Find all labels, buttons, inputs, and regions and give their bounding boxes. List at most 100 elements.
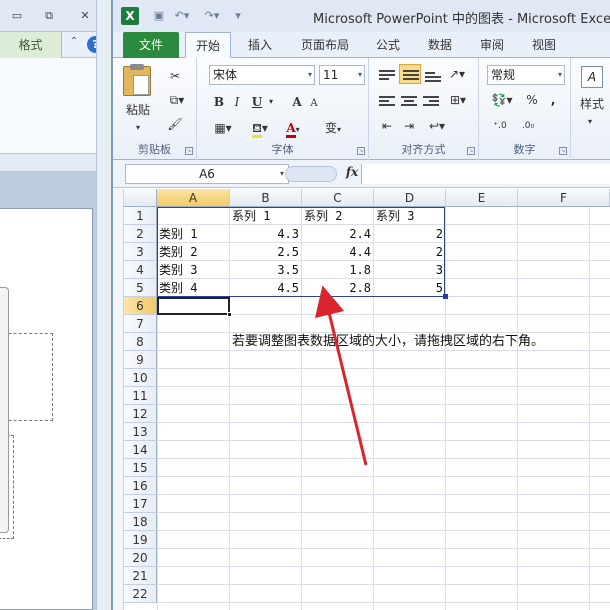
- row-header[interactable]: 1: [124, 207, 157, 225]
- column-header-b[interactable]: B: [230, 189, 302, 207]
- decrease-decimal-icon[interactable]: .0₀: [515, 116, 541, 136]
- cell-a4[interactable]: 类别 3: [157, 261, 230, 279]
- row-header[interactable]: 20: [124, 549, 157, 567]
- wrap-text-icon[interactable]: ↩▾: [425, 116, 449, 136]
- tab-formulas[interactable]: 公式: [365, 32, 411, 58]
- font-name-select[interactable]: 宋体 ▾: [209, 65, 315, 85]
- shrink-font-button[interactable]: A: [307, 94, 321, 114]
- tab-review[interactable]: 审阅: [469, 32, 515, 58]
- row-header[interactable]: 3: [124, 243, 157, 261]
- underline-dropdown-icon[interactable]: ▾: [265, 92, 277, 112]
- orientation-icon[interactable]: ↗▾: [447, 64, 467, 84]
- cell-a3[interactable]: 类别 2: [157, 243, 230, 261]
- undo-icon[interactable]: ↶▾: [171, 8, 193, 24]
- cell-a2[interactable]: 类别 1: [157, 225, 230, 243]
- ppt-vertical-scrollbar[interactable]: [96, 0, 111, 610]
- underline-button[interactable]: U: [249, 92, 265, 112]
- cell-d4[interactable]: 3: [374, 261, 446, 279]
- tab-format[interactable]: 格式: [0, 32, 62, 58]
- percent-button[interactable]: %: [523, 90, 541, 110]
- row-header-selected[interactable]: 6: [124, 297, 157, 315]
- align-bottom-icon[interactable]: [425, 70, 441, 84]
- cell-d1[interactable]: 系列 3: [374, 207, 446, 225]
- row-header[interactable]: 12: [124, 405, 157, 423]
- tab-data[interactable]: 数据: [417, 32, 463, 58]
- row-header[interactable]: 17: [124, 495, 157, 513]
- column-header-a[interactable]: A: [157, 189, 230, 207]
- row-header[interactable]: 18: [124, 513, 157, 531]
- column-header-c[interactable]: C: [302, 189, 374, 207]
- cell-c2[interactable]: 2.4: [302, 225, 374, 243]
- worksheet-grid[interactable]: A B C D E F 1 2 3 4 5 6 7 8 9 10 11 12 1…: [124, 189, 610, 610]
- row-header[interactable]: 14: [124, 441, 157, 459]
- row-header[interactable]: 22: [124, 585, 157, 603]
- font-color-button[interactable]: A▾: [279, 118, 307, 138]
- redo-icon[interactable]: ↷▾: [201, 8, 223, 24]
- row-header[interactable]: 16: [124, 477, 157, 495]
- minimize-icon[interactable]: ▭: [8, 8, 26, 24]
- bold-button[interactable]: B: [211, 92, 227, 112]
- row-header[interactable]: 4: [124, 261, 157, 279]
- column-header-e[interactable]: E: [446, 189, 518, 207]
- borders-icon[interactable]: ▦▾: [209, 118, 237, 138]
- paste-dropdown-icon[interactable]: ▾: [131, 118, 145, 138]
- paste-icon[interactable]: [123, 64, 151, 96]
- currency-icon[interactable]: 💱▾: [487, 90, 517, 110]
- fill-handle[interactable]: [227, 312, 232, 317]
- formula-bar-splitter[interactable]: [285, 166, 337, 182]
- italic-button[interactable]: I: [229, 92, 245, 112]
- cell-d3[interactable]: 2: [374, 243, 446, 261]
- row-header[interactable]: 7: [124, 315, 157, 333]
- tab-view[interactable]: 视图: [521, 32, 567, 58]
- align-center-icon[interactable]: [401, 94, 417, 108]
- row-header[interactable]: 8: [124, 333, 157, 351]
- comma-button[interactable]: ,: [545, 90, 561, 110]
- insert-function-icon[interactable]: fx: [341, 165, 363, 183]
- cell-c4[interactable]: 1.8: [302, 261, 374, 279]
- row-header[interactable]: 15: [124, 459, 157, 477]
- cell-c5[interactable]: 2.8: [302, 279, 374, 297]
- select-all-corner[interactable]: [124, 189, 157, 207]
- cell-c1[interactable]: 系列 2: [302, 207, 374, 225]
- ribbon-collapse-icon[interactable]: ⌃: [66, 36, 82, 52]
- increase-indent-icon[interactable]: ⇥: [399, 116, 419, 136]
- tab-insert[interactable]: 插入: [237, 32, 283, 58]
- cell-d5[interactable]: 5: [374, 279, 446, 297]
- align-middle-icon[interactable]: [399, 64, 421, 84]
- formula-input[interactable]: [361, 164, 610, 184]
- align-right-icon[interactable]: [423, 94, 439, 108]
- phonetic-button[interactable]: 变▾: [315, 118, 351, 138]
- align-top-icon[interactable]: [379, 68, 395, 82]
- chart-selection-border[interactable]: [0, 287, 9, 533]
- save-icon[interactable]: ▣: [151, 8, 167, 24]
- close-icon[interactable]: ✕: [76, 8, 94, 24]
- cell-b4[interactable]: 3.5: [230, 261, 302, 279]
- cell-b5[interactable]: 4.5: [230, 279, 302, 297]
- name-box[interactable]: A6 ▾: [125, 164, 289, 184]
- cell-a5[interactable]: 类别 4: [157, 279, 230, 297]
- cell-b2[interactable]: 4.3: [230, 225, 302, 243]
- cut-icon[interactable]: ✂: [165, 66, 185, 86]
- row-header[interactable]: 21: [124, 567, 157, 585]
- cell-b1[interactable]: 系列 1: [230, 207, 302, 225]
- row-header[interactable]: 13: [124, 423, 157, 441]
- alignment-launcher-icon[interactable]: ↘: [467, 147, 475, 155]
- align-left-icon[interactable]: [379, 94, 395, 108]
- tab-home[interactable]: 开始: [185, 32, 231, 58]
- styles-button[interactable]: 样式: [575, 94, 609, 114]
- row-header[interactable]: 9: [124, 351, 157, 369]
- data-range-resize-handle[interactable]: [443, 294, 448, 299]
- format-painter-icon[interactable]: 🖌: [165, 114, 185, 134]
- clipboard-launcher-icon[interactable]: ↘: [185, 147, 193, 155]
- row-header[interactable]: 10: [124, 369, 157, 387]
- grow-font-button[interactable]: A: [289, 92, 305, 112]
- cell-d2[interactable]: 2: [374, 225, 446, 243]
- qat-customize-icon[interactable]: ▾: [231, 8, 245, 24]
- row-header[interactable]: 19: [124, 531, 157, 549]
- tab-file[interactable]: 文件: [123, 32, 179, 58]
- styles-icon[interactable]: A: [581, 66, 603, 88]
- merge-center-icon[interactable]: ⊞▾: [445, 90, 471, 110]
- increase-decimal-icon[interactable]: ⁺.0: [487, 116, 513, 136]
- column-header-f[interactable]: F: [518, 189, 610, 207]
- fill-color-icon[interactable]: ⛾▾: [245, 118, 275, 138]
